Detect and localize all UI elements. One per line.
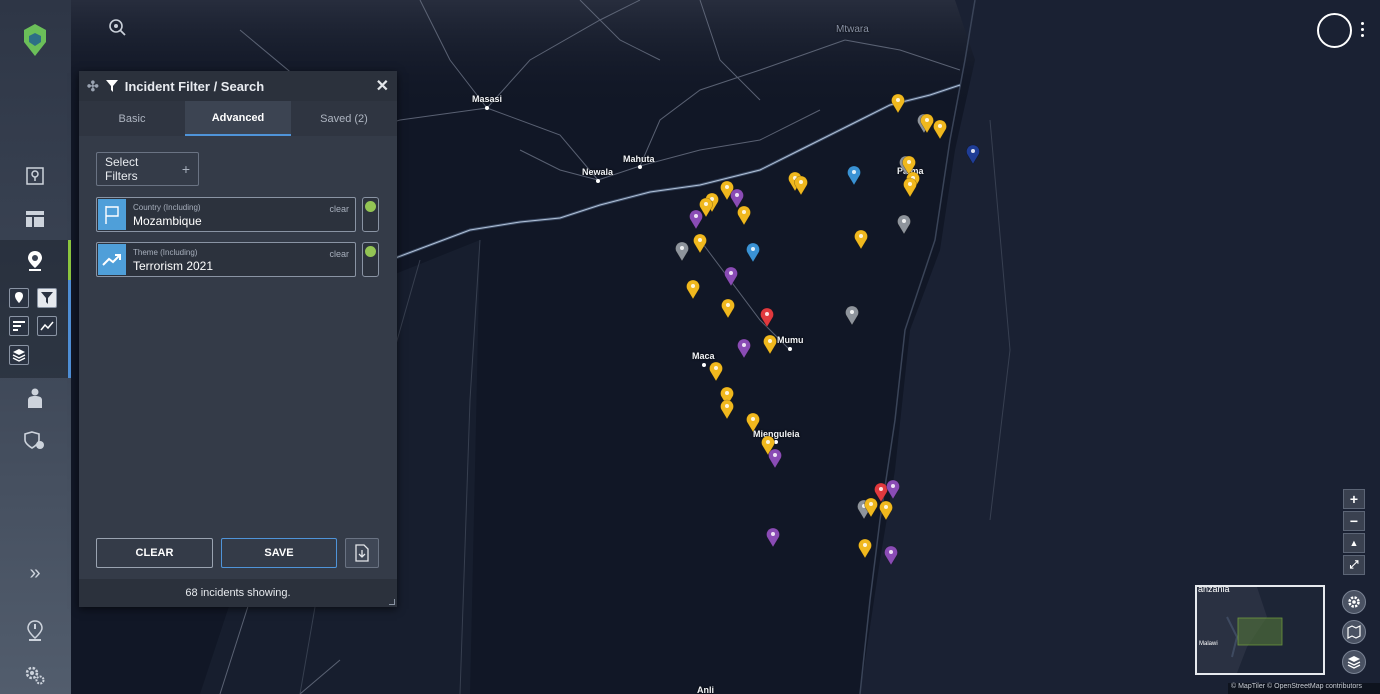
trend-icon	[98, 244, 126, 275]
location-alert-icon[interactable]	[24, 620, 46, 642]
incident-marker-icon[interactable]	[693, 233, 707, 254]
flag-icon	[98, 199, 126, 230]
zoom-in-button[interactable]: +	[1343, 489, 1365, 509]
app-logo-icon[interactable]	[23, 24, 47, 56]
filter-tabs: Basic Advanced Saved (2)	[79, 101, 397, 136]
select-filters-button[interactable]: Select Filters +	[96, 152, 199, 186]
incident-marker-icon[interactable]	[858, 538, 872, 559]
clear-button[interactable]: CLEAR	[96, 538, 213, 568]
incident-marker-icon[interactable]	[794, 175, 808, 196]
filter-icon	[105, 79, 119, 93]
compass-north-icon[interactable]: ▲	[1343, 533, 1365, 553]
incident-marker-icon[interactable]	[845, 305, 859, 326]
more-menu-icon[interactable]	[1358, 22, 1366, 40]
overview-minimap[interactable]: anzania Malawi	[1195, 585, 1325, 675]
incident-marker-icon[interactable]	[737, 338, 751, 359]
filter-label: Theme (Including)	[133, 248, 198, 257]
incident-marker-icon[interactable]	[884, 545, 898, 566]
filter-label: Country (Including)	[133, 203, 201, 212]
user-avatar[interactable]	[1317, 13, 1352, 48]
incident-marker-icon[interactable]	[903, 177, 917, 198]
drag-handle-icon[interactable]: ✣	[87, 78, 99, 95]
filter-icon[interactable]	[37, 288, 57, 308]
incident-count-status: 68 incidents showing.	[79, 579, 397, 607]
incident-marker-icon[interactable]	[760, 307, 774, 328]
trend-icon[interactable]	[37, 316, 57, 336]
filter-clear-link[interactable]: clear	[329, 204, 349, 214]
incident-marker-icon[interactable]	[737, 205, 751, 226]
select-filters-label: Select Filters	[105, 155, 139, 183]
incident-marker-icon[interactable]	[966, 144, 980, 165]
filter-value: Terrorism 2021	[133, 259, 214, 273]
save-button[interactable]: SAVE	[221, 538, 337, 568]
minimap-label: Malawi	[1199, 641, 1218, 647]
incident-marker-icon[interactable]	[689, 209, 703, 230]
tab-advanced[interactable]: Advanced	[185, 101, 291, 136]
panel-header[interactable]: ✣ Incident Filter / Search ✕	[79, 71, 397, 101]
resize-handle[interactable]	[389, 599, 395, 605]
tab-saved[interactable]: Saved (2)	[291, 101, 397, 136]
panel-title: Incident Filter / Search	[124, 78, 265, 94]
sidebar: »	[0, 0, 71, 694]
incident-marker-icon[interactable]	[891, 93, 905, 114]
filter-theme[interactable]: Theme (Including) Terrorism 2021 clear	[96, 242, 356, 277]
incident-marker-icon[interactable]	[730, 188, 744, 209]
incident-marker-icon[interactable]	[675, 241, 689, 262]
incident-marker-icon[interactable]	[874, 482, 888, 503]
incident-filter-panel: ✣ Incident Filter / Search ✕ Basic Advan…	[79, 71, 397, 607]
basemap-icon[interactable]	[1342, 620, 1366, 644]
security-shield-icon[interactable]	[24, 430, 46, 452]
incident-marker-icon[interactable]	[709, 361, 723, 382]
filter-country[interactable]: Country (Including) Mozambique clear	[96, 197, 356, 232]
incident-marker-icon[interactable]	[724, 266, 738, 287]
incident-marker-icon[interactable]	[854, 229, 868, 250]
incident-marker-icon[interactable]	[933, 119, 947, 140]
filter-clear-link[interactable]: clear	[329, 249, 349, 259]
layers-stack-icon[interactable]	[9, 345, 29, 365]
map-search-icon[interactable]	[108, 18, 128, 38]
incident-map-icon[interactable]	[24, 250, 46, 272]
incident-marker-icon[interactable]	[897, 214, 911, 235]
app-root: Mtwara Masasi Newala Mahuta Palma Mumu M…	[0, 0, 1380, 694]
incident-pin-icon[interactable]	[9, 288, 29, 308]
filter-country-toggle[interactable]	[362, 197, 379, 232]
incident-marker-icon[interactable]	[720, 399, 734, 420]
map-attribution: © MapTiler © OpenStreetMap contributors	[1228, 683, 1380, 694]
incident-marker-icon[interactable]	[746, 412, 760, 433]
zoom-out-button[interactable]: −	[1343, 511, 1365, 531]
export-file-icon[interactable]	[345, 538, 379, 568]
incident-marker-icon[interactable]	[766, 527, 780, 548]
incident-marker-icon[interactable]	[746, 242, 760, 263]
tab-basic[interactable]: Basic	[79, 101, 185, 136]
settings-gears-icon[interactable]	[24, 664, 46, 686]
incident-marker-icon[interactable]	[879, 500, 893, 521]
map-report-icon[interactable]	[24, 165, 46, 187]
gear-icon[interactable]	[1342, 590, 1366, 614]
incident-marker-icon[interactable]	[768, 448, 782, 469]
fullscreen-icon[interactable]: ⤢	[1343, 555, 1365, 575]
plus-icon: +	[181, 161, 190, 177]
incident-marker-icon[interactable]	[686, 279, 700, 300]
bar-list-icon[interactable]	[9, 316, 29, 336]
incident-marker-icon[interactable]	[847, 165, 861, 186]
filter-value: Mozambique	[133, 214, 202, 228]
close-icon[interactable]: ✕	[376, 76, 389, 96]
filter-theme-toggle[interactable]	[362, 242, 379, 277]
incident-marker-icon[interactable]	[721, 298, 735, 319]
incident-marker-icon[interactable]	[763, 334, 777, 355]
layers-icon[interactable]	[1342, 650, 1366, 674]
incident-marker-icon[interactable]	[886, 479, 900, 500]
expand-chevrons-icon[interactable]: »	[24, 562, 46, 584]
minimap-label: anzania	[1198, 585, 1230, 594]
traveller-icon[interactable]	[24, 388, 46, 410]
dashboard-icon[interactable]	[24, 208, 46, 230]
